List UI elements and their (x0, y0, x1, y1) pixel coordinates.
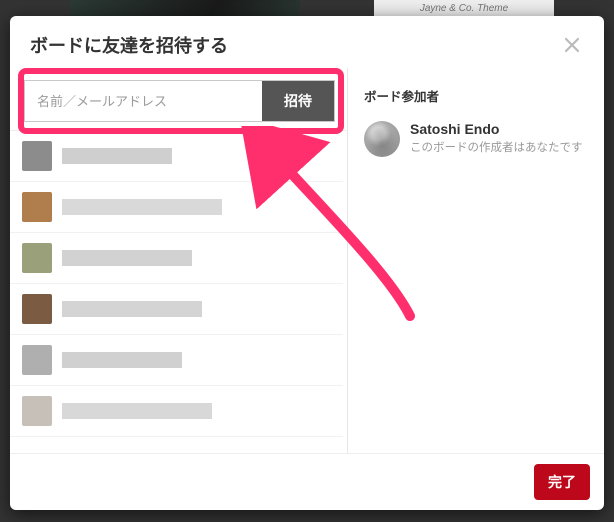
done-button[interactable]: 完了 (534, 464, 590, 500)
avatar (22, 345, 52, 375)
suggestion-list[interactable] (10, 130, 347, 453)
modal-header: ボードに友達を招待する (10, 16, 604, 68)
list-item[interactable] (10, 233, 343, 284)
list-item[interactable] (10, 386, 343, 437)
participant-name: Satoshi Endo (410, 121, 583, 137)
obscured-name (62, 352, 182, 368)
obscured-name (62, 403, 212, 419)
invite-modal: ボードに友達を招待する 招待 (10, 16, 604, 510)
avatar (22, 243, 52, 273)
obscured-name (62, 301, 202, 317)
obscured-name (62, 199, 222, 215)
modal-footer: 完了 (10, 453, 604, 510)
invite-input-row: 招待 (24, 80, 335, 122)
obscured-name (62, 250, 192, 266)
invite-button[interactable]: 招待 (262, 81, 334, 121)
participants-heading: ボード参加者 (364, 86, 588, 105)
list-item[interactable] (10, 284, 343, 335)
list-item[interactable] (10, 131, 343, 182)
avatar (364, 121, 400, 157)
close-icon (563, 36, 581, 54)
list-item[interactable] (10, 335, 343, 386)
invite-search-input[interactable] (25, 81, 262, 121)
participant-row: Satoshi Endo このボードの作成者はあなたです (364, 121, 588, 157)
close-button[interactable] (560, 33, 584, 57)
list-item[interactable] (10, 182, 343, 233)
modal-title: ボードに友達を招待する (30, 32, 228, 58)
avatar (22, 141, 52, 171)
avatar (22, 192, 52, 222)
modal-body: 招待 (10, 68, 604, 453)
participants-column: ボード参加者 Satoshi Endo このボードの作成者はあなたです (348, 68, 604, 453)
obscured-name (62, 148, 172, 164)
avatar (22, 294, 52, 324)
invite-left-column: 招待 (10, 68, 348, 453)
avatar (22, 396, 52, 426)
participant-subtitle: このボードの作成者はあなたです (410, 139, 583, 155)
